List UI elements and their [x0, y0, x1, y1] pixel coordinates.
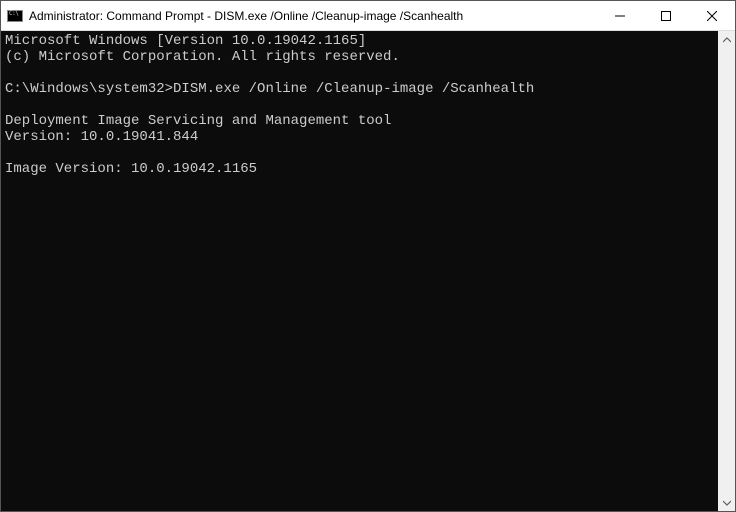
vertical-scrollbar[interactable] — [718, 31, 735, 511]
command-prompt-window: Administrator: Command Prompt - DISM.exe… — [0, 0, 736, 512]
chevron-up-icon — [723, 36, 731, 44]
cmd-icon — [7, 10, 23, 22]
dism-tool-line: Deployment Image Servicing and Managemen… — [5, 113, 391, 129]
scroll-up-button[interactable] — [718, 31, 735, 48]
titlebar-buttons — [597, 1, 735, 30]
scroll-down-button[interactable] — [718, 494, 735, 511]
image-version-line: Image Version: 10.0.19042.1165 — [5, 161, 257, 177]
close-button[interactable] — [689, 1, 735, 30]
titlebar[interactable]: Administrator: Command Prompt - DISM.exe… — [1, 1, 735, 31]
maximize-button[interactable] — [643, 1, 689, 30]
window-title: Administrator: Command Prompt - DISM.exe… — [29, 9, 597, 23]
prompt-text: C:\Windows\system32> — [5, 81, 173, 97]
maximize-icon — [661, 11, 671, 21]
dism-version-line: Version: 10.0.19041.844 — [5, 129, 198, 145]
content-area: Microsoft Windows [Version 10.0.19042.11… — [1, 31, 735, 511]
chevron-down-icon — [723, 499, 731, 507]
minimize-button[interactable] — [597, 1, 643, 30]
copyright-line: (c) Microsoft Corporation. All rights re… — [5, 49, 400, 65]
command-text: DISM.exe /Online /Cleanup-image /Scanhea… — [173, 81, 534, 97]
os-version-line: Microsoft Windows [Version 10.0.19042.11… — [5, 33, 366, 49]
close-icon — [707, 11, 717, 21]
app-icon — [7, 8, 23, 24]
minimize-icon — [615, 11, 625, 21]
scrollbar-track[interactable] — [718, 48, 735, 494]
terminal-output[interactable]: Microsoft Windows [Version 10.0.19042.11… — [1, 31, 718, 511]
